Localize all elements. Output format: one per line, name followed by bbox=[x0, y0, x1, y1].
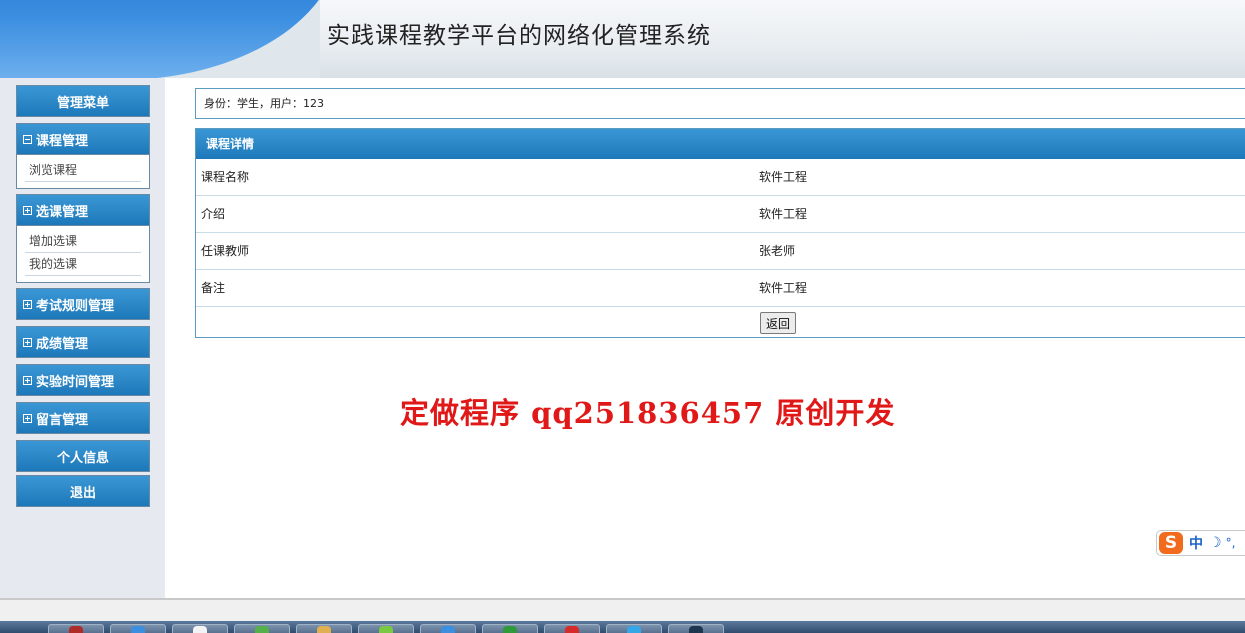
expand-icon bbox=[23, 337, 32, 347]
detail-row: 备注 软件工程 bbox=[196, 270, 1245, 307]
dark-app-icon bbox=[689, 626, 703, 633]
taskbar-button[interactable] bbox=[172, 624, 228, 633]
taskbar-button[interactable] bbox=[668, 624, 724, 633]
detail-row: 介绍 软件工程 bbox=[196, 196, 1245, 233]
panel-title: 课程详情 bbox=[196, 129, 1245, 159]
ime-punctuation-icon[interactable]: °, bbox=[1226, 536, 1236, 550]
row-value: 软件工程 bbox=[759, 281, 808, 295]
taskbar-button[interactable] bbox=[48, 624, 104, 633]
sidebar-group-label: 选课管理 bbox=[36, 204, 89, 220]
sidebar-item-my-selections[interactable]: 我的选课 bbox=[25, 253, 141, 276]
back-button[interactable]: 返回 bbox=[760, 312, 797, 334]
row-label: 备注 bbox=[201, 281, 226, 295]
sidebar-personal-info-button[interactable]: 个人信息 bbox=[16, 440, 150, 472]
app-icon bbox=[69, 626, 83, 633]
taskbar-button[interactable] bbox=[234, 624, 290, 633]
sidebar-group-grades[interactable]: 成绩管理 bbox=[16, 326, 150, 358]
sidebar-item-add-selection[interactable]: 增加选课 bbox=[25, 230, 141, 253]
row-value: 软件工程 bbox=[759, 207, 808, 221]
app-header: 实践课程教学平台的网络化管理系统 bbox=[0, 0, 1245, 78]
blue-app-icon bbox=[627, 626, 641, 633]
sidebar-group-label: 成绩管理 bbox=[36, 336, 89, 352]
sidebar-group-exam-rules[interactable]: 考试规则管理 bbox=[16, 288, 150, 320]
sidebar-menu-title: 管理菜单 bbox=[16, 85, 150, 117]
sidebar-group-messages[interactable]: 留言管理 bbox=[16, 402, 150, 434]
user-identity-bar: 身份：学生，用户：123 bbox=[195, 88, 1245, 119]
sidebar-group-label: 考试规则管理 bbox=[36, 298, 115, 314]
row-label: 任课教师 bbox=[201, 244, 250, 258]
row-label: 课程名称 bbox=[201, 170, 250, 184]
taskbar-button[interactable] bbox=[110, 624, 166, 633]
ime-chinese-mode-icon[interactable]: 中 bbox=[1189, 533, 1203, 553]
detail-row: 任课教师 张老师 bbox=[196, 233, 1245, 270]
ie-icon bbox=[131, 626, 145, 633]
expand-icon bbox=[23, 299, 32, 309]
leaf-icon bbox=[503, 626, 517, 633]
expand-icon bbox=[23, 205, 32, 215]
chat-icon bbox=[379, 626, 393, 633]
submenu-course-management: 浏览课程 bbox=[16, 155, 150, 189]
sidebar-group-lab-time[interactable]: 实验时间管理 bbox=[16, 364, 150, 396]
sogou-logo-icon[interactable]: S bbox=[1159, 532, 1183, 554]
expand-icon bbox=[23, 413, 32, 423]
sidebar-item-browse-courses[interactable]: 浏览课程 bbox=[25, 159, 141, 182]
ime-halfwidth-moon-icon[interactable]: ☽ bbox=[1209, 535, 1222, 551]
row-value: 张老师 bbox=[759, 244, 796, 258]
sidebar-group-course-management[interactable]: 课程管理 bbox=[16, 123, 150, 155]
notepad-icon bbox=[193, 626, 207, 633]
os-taskbar bbox=[0, 621, 1245, 633]
watermark-text: 定做程序 qq251836457 原创开发 bbox=[400, 396, 896, 430]
detail-row: 课程名称 软件工程 bbox=[196, 159, 1245, 196]
collapse-icon bbox=[23, 134, 32, 144]
sidebar-logout-button[interactable]: 退出 bbox=[16, 475, 150, 507]
ie-icon bbox=[441, 626, 455, 633]
ime-toolbar[interactable]: S 中 ☽ °, bbox=[1156, 530, 1245, 556]
browser-status-bar bbox=[0, 598, 1245, 621]
expand-icon bbox=[23, 375, 32, 385]
sidebar-group-label: 留言管理 bbox=[36, 412, 89, 428]
header-banner-graphic bbox=[0, 0, 340, 78]
page-title: 实践课程教学平台的网络化管理系统 bbox=[327, 23, 711, 49]
action-row: 返回 bbox=[196, 307, 1245, 341]
sidebar-group-selection-management[interactable]: 选课管理 bbox=[16, 194, 150, 226]
taskbar-button[interactable] bbox=[606, 624, 662, 633]
sidebar-group-label: 实验时间管理 bbox=[36, 374, 115, 390]
taskbar-button[interactable] bbox=[358, 624, 414, 633]
red-app-icon bbox=[565, 626, 579, 633]
taskbar-button-active[interactable] bbox=[420, 624, 476, 633]
sidebar-group-label: 课程管理 bbox=[36, 133, 89, 149]
course-detail-panel: 课程详情 课程名称 软件工程 介绍 软件工程 任课教师 张老师 备注 软件工程 … bbox=[195, 128, 1245, 338]
taskbar-button[interactable] bbox=[296, 624, 352, 633]
taskbar-button[interactable] bbox=[544, 624, 600, 633]
row-label: 介绍 bbox=[201, 207, 226, 221]
submenu-selection-management: 增加选课 我的选课 bbox=[16, 226, 150, 283]
row-value: 软件工程 bbox=[759, 170, 808, 184]
browser-icon bbox=[255, 626, 269, 633]
taskbar-button[interactable] bbox=[482, 624, 538, 633]
folder-icon bbox=[317, 626, 331, 633]
